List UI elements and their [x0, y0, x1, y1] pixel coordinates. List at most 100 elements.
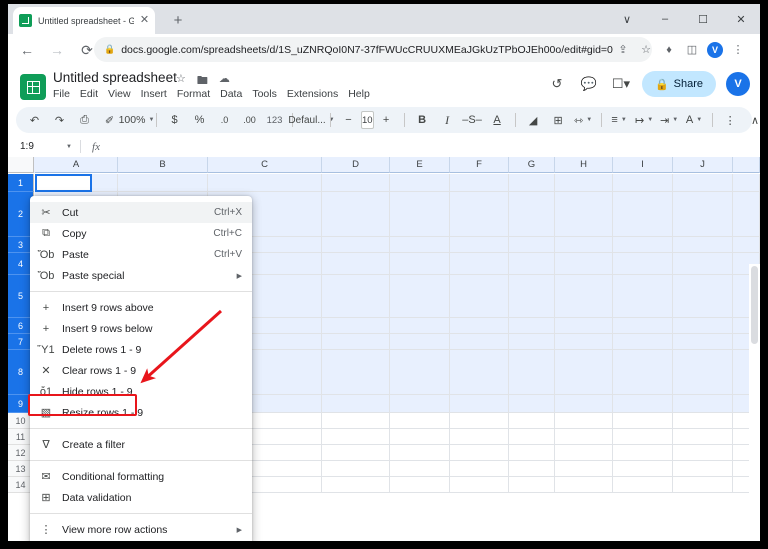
cell[interactable] [450, 413, 509, 429]
menu-item-view-more-row-actions[interactable]: ⋮ View more row actions ▶ [30, 519, 252, 540]
row-header-1[interactable]: 1 [8, 174, 34, 192]
cell[interactable] [509, 413, 555, 429]
cell[interactable] [509, 461, 555, 477]
text-rotation-icon[interactable]: A ▼ [682, 109, 707, 131]
cell[interactable] [555, 477, 613, 493]
cell[interactable] [509, 318, 555, 334]
borders-icon[interactable]: ⊞ [546, 109, 571, 131]
cell[interactable] [555, 253, 613, 275]
cell[interactable] [673, 237, 733, 253]
cell[interactable] [390, 192, 450, 237]
cell[interactable] [613, 318, 673, 334]
cell[interactable] [509, 395, 555, 413]
forward-icon[interactable]: → [46, 39, 68, 61]
account-avatar[interactable]: V [726, 72, 750, 96]
cell[interactable] [555, 395, 613, 413]
cell[interactable] [509, 445, 555, 461]
cell[interactable] [322, 253, 390, 275]
menu-item-data-validation[interactable]: ⊞ Data validation [30, 487, 252, 508]
close-window-button[interactable]: ✕ [722, 4, 760, 34]
cell[interactable] [450, 253, 509, 275]
comment-icon[interactable]: 💬 [578, 73, 600, 95]
cell[interactable] [673, 477, 733, 493]
cell[interactable] [509, 350, 555, 395]
cell[interactable] [322, 334, 390, 350]
cell[interactable] [673, 461, 733, 477]
cell[interactable] [613, 477, 673, 493]
cell[interactable] [390, 395, 450, 413]
select-all-corner[interactable] [8, 157, 34, 173]
cell[interactable] [390, 334, 450, 350]
cell[interactable] [450, 461, 509, 477]
cell[interactable] [322, 192, 390, 237]
cell[interactable] [673, 253, 733, 275]
active-cell[interactable] [35, 174, 92, 192]
sheets-logo-icon[interactable] [20, 74, 46, 100]
cell[interactable] [390, 445, 450, 461]
cell[interactable] [613, 174, 673, 192]
cell[interactable] [613, 334, 673, 350]
fill-color-icon[interactable]: ◢ [521, 109, 546, 131]
cell[interactable] [322, 477, 390, 493]
bookmark-icon[interactable]: ☆ [636, 40, 656, 60]
column-header-partial[interactable] [733, 157, 760, 173]
cell[interactable] [390, 318, 450, 334]
cell[interactable] [509, 275, 555, 318]
cell[interactable] [673, 174, 733, 192]
menu-item-resize-rows-1-9[interactable]: ▧ Resize rows 1 - 9 [30, 402, 252, 423]
more-formats-icon[interactable]: 123 [262, 109, 287, 131]
cell[interactable] [450, 174, 509, 192]
increase-font-size-button[interactable]: + [374, 109, 399, 131]
extensions-icon[interactable]: ♦ [659, 40, 679, 60]
menu-edit[interactable]: Edit [80, 88, 98, 100]
cell[interactable] [208, 174, 322, 192]
cell[interactable] [450, 192, 509, 237]
strikethrough-button[interactable]: –S– [460, 109, 485, 131]
side-panel-icon[interactable]: ◫ [682, 40, 702, 60]
menu-file[interactable]: File [53, 88, 70, 100]
cell[interactable] [613, 237, 673, 253]
address-bar[interactable]: 🔒 docs.google.com/spreadsheets/d/1S_uZNR… [94, 37, 652, 62]
browser-menu-icon[interactable]: ⋮ [728, 40, 748, 60]
cell[interactable] [322, 350, 390, 395]
share-button[interactable]: 🔒 Share [641, 71, 716, 97]
cell[interactable] [555, 237, 613, 253]
document-title[interactable]: Untitled spreadsheet [53, 70, 177, 85]
column-header-f[interactable]: F [450, 157, 509, 173]
cell[interactable] [509, 237, 555, 253]
maximize-button[interactable]: ☐ [684, 4, 722, 34]
column-header-a[interactable]: A [35, 157, 118, 173]
cell[interactable] [613, 275, 673, 318]
cell[interactable] [555, 334, 613, 350]
decrease-decimal-icon[interactable]: .0 [212, 109, 237, 131]
cell[interactable] [450, 237, 509, 253]
vertical-align-icon[interactable]: ↦ ▼ [632, 109, 657, 131]
version-history-icon[interactable]: ↺ [546, 73, 568, 95]
cell[interactable] [673, 395, 733, 413]
cell[interactable] [390, 237, 450, 253]
cell[interactable] [555, 413, 613, 429]
cell[interactable] [673, 413, 733, 429]
cell[interactable] [733, 192, 760, 237]
cell[interactable] [555, 318, 613, 334]
cell[interactable] [555, 461, 613, 477]
cell[interactable] [322, 395, 390, 413]
cell[interactable] [322, 275, 390, 318]
cell[interactable] [390, 275, 450, 318]
menu-item-clear-rows-1-9[interactable]: ✕ Clear rows 1 - 9 [30, 360, 252, 381]
cell[interactable] [613, 429, 673, 445]
text-color-button[interactable]: A [485, 109, 510, 131]
cell[interactable] [733, 237, 760, 253]
cell[interactable] [390, 253, 450, 275]
cell[interactable] [322, 445, 390, 461]
menu-data[interactable]: Data [220, 88, 242, 100]
cell[interactable] [450, 445, 509, 461]
column-header-g[interactable]: G [509, 157, 555, 173]
cell[interactable] [673, 350, 733, 395]
cell[interactable] [450, 477, 509, 493]
cell[interactable] [613, 445, 673, 461]
cell[interactable] [673, 445, 733, 461]
cell[interactable] [613, 350, 673, 395]
cell[interactable] [613, 461, 673, 477]
cell[interactable] [390, 413, 450, 429]
